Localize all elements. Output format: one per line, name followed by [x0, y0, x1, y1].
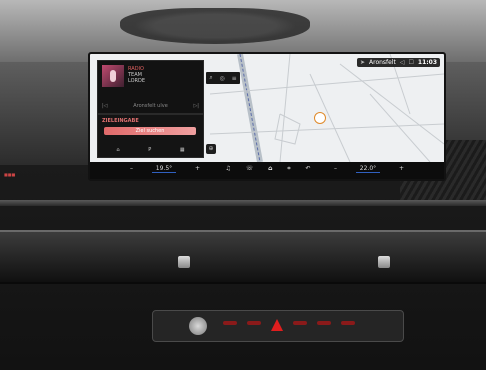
control-button[interactable]: [223, 321, 237, 325]
control-button[interactable]: [341, 321, 355, 325]
media-artist: LORDE: [128, 78, 146, 84]
climate-bar: – 19.5° + ♫ ☏ ⌂ ⌗ ↶ – 22.0° +: [90, 162, 444, 179]
music-icon[interactable]: ♫: [225, 165, 230, 173]
back-icon[interactable]: ↶: [306, 165, 311, 173]
speaker-grille: [120, 8, 310, 44]
air-vent: [0, 230, 486, 284]
navigation-map[interactable]: ➤ Aronsfelt ◁ ☐ 11:03 RADIO TEAM LORDE |…: [90, 54, 444, 162]
media-location-label: Aronsfelt ulve: [133, 103, 168, 109]
control-button[interactable]: [317, 321, 331, 325]
search-icon[interactable]: ⌕: [209, 74, 212, 82]
infotainment-display: ➤ Aronsfelt ◁ ☐ 11:03 RADIO TEAM LORDE |…: [88, 52, 446, 181]
apps-icon[interactable]: ⌗: [287, 165, 290, 173]
control-button[interactable]: [247, 321, 261, 325]
right-temp-increase-button[interactable]: +: [399, 165, 404, 173]
center-control-panel: [152, 310, 404, 342]
phone-icon: ☐: [408, 59, 414, 66]
previous-track-button[interactable]: |◁: [102, 103, 108, 109]
status-time: 11:03: [417, 59, 437, 66]
grid-shortcut-icon[interactable]: ▦: [180, 147, 185, 153]
menu-icon[interactable]: ≡: [232, 75, 237, 82]
album-art: [102, 65, 124, 87]
trim-strip: [0, 200, 486, 206]
right-temp-decrease-button[interactable]: –: [334, 165, 337, 173]
poi-icon[interactable]: ◎: [220, 75, 225, 82]
left-temp-decrease-button[interactable]: –: [130, 165, 133, 173]
right-temp-value[interactable]: 22.0°: [355, 165, 381, 173]
home-shortcut-icon[interactable]: ⌂: [116, 147, 119, 153]
climate-left: – 19.5° +: [130, 165, 200, 173]
compass-button[interactable]: ⊕: [206, 144, 216, 154]
volume-icon: ◁: [399, 59, 405, 66]
left-temp-value[interactable]: 19.5°: [151, 165, 177, 173]
map-poi-marker[interactable]: [314, 112, 326, 124]
control-button[interactable]: [293, 321, 307, 325]
parking-shortcut-icon[interactable]: P: [148, 147, 151, 153]
destination-widget[interactable]: ZIELEINGABE Ziel suchen ⌂ P ▦: [97, 114, 204, 158]
left-screen-indicator: ■■■: [4, 172, 16, 177]
hazard-button[interactable]: [271, 319, 283, 331]
map-toolbar: ⌕ ◎ ≡: [206, 72, 240, 84]
navigation-arrow-icon: ➤: [359, 59, 365, 66]
status-bar: ➤ Aronsfelt ◁ ☐ 11:03: [356, 58, 440, 67]
media-controls: |◁ Aronsfelt ulve ▷|: [102, 103, 199, 109]
climate-right: – 22.0° +: [334, 165, 404, 173]
next-track-button[interactable]: ▷|: [193, 103, 199, 109]
phone-menu-icon[interactable]: ☏: [246, 165, 254, 173]
vent-slider-right[interactable]: [378, 256, 390, 268]
left-temp-increase-button[interactable]: +: [195, 165, 200, 173]
destination-search-button[interactable]: Ziel suchen: [104, 127, 196, 135]
vent-slider-left[interactable]: [178, 256, 190, 268]
destination-label: ZIELEINGABE: [102, 118, 139, 124]
media-widget[interactable]: RADIO TEAM LORDE |◁ Aronsfelt ulve ▷|: [97, 60, 204, 114]
climate-center: ♫ ☏ ⌂ ⌗ ↶: [218, 165, 318, 173]
destination-shortcuts: ⌂ P ▦: [102, 147, 199, 153]
status-location: Aronsfelt: [369, 59, 396, 66]
volume-knob[interactable]: [189, 317, 207, 335]
home-icon[interactable]: ⌂: [268, 165, 272, 173]
